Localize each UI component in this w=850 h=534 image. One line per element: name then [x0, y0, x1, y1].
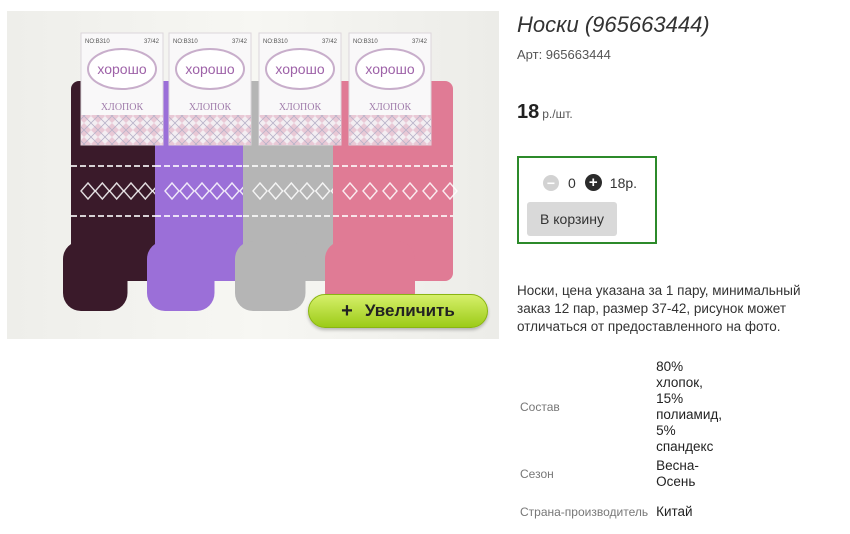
property-row: Состав 80% хлопок, 15% полиамид, 5% спан…	[517, 358, 726, 456]
product-price: 18 р./шт.	[517, 101, 573, 124]
svg-text:NO:B310: NO:B310	[353, 39, 378, 45]
price-value: 18	[517, 101, 540, 123]
add-to-cart-button[interactable]: В корзину	[527, 202, 617, 236]
product-description: Носки, цена указана за 1 пару, минимальн…	[517, 283, 801, 334]
svg-text:NO:B310: NO:B310	[263, 39, 288, 45]
property-row: Страна-производитель Китай	[517, 492, 726, 532]
property-row: Сезон Весна-Осень	[517, 456, 726, 492]
plus-icon: +	[341, 300, 353, 322]
minus-icon[interactable]: −	[543, 174, 559, 191]
package-tag: хорошо ХЛОПОК NO:B310 37/42	[348, 32, 432, 146]
product-title: Носки (965663444)	[517, 12, 710, 37]
svg-text:ХЛОПОК: ХЛОПОК	[279, 102, 322, 113]
package-tag: хорошо ХЛОПОК NO:B310 37/42	[258, 32, 342, 146]
package-tag: хорошо ХЛОПОК NO:B310 37/42	[80, 32, 164, 146]
property-key: Страна-производитель	[520, 505, 649, 519]
svg-text:хорошо: хорошо	[97, 61, 146, 77]
zoom-button[interactable]: + Увеличить	[308, 294, 488, 328]
quantity-value[interactable]: 0	[568, 175, 576, 191]
property-key: Состав	[520, 400, 560, 414]
property-value: 80% хлопок, 15% полиамид, 5% спандекс	[656, 359, 723, 454]
properties-table: Состав 80% хлопок, 15% полиамид, 5% спан…	[517, 358, 726, 532]
svg-text:ХЛОПОК: ХЛОПОК	[369, 102, 412, 113]
product-image[interactable]: хорошо ХЛОПОК NO:B310 37/42 хорошо ХЛОПОК NO:B…	[7, 11, 499, 339]
zoom-label: Увеличить	[364, 301, 455, 320]
svg-text:37/42: 37/42	[322, 39, 338, 45]
package-tag: хорошо ХЛОПОК NO:B310 37/42	[168, 32, 252, 146]
property-value: Весна-Осень	[656, 458, 699, 489]
svg-text:хорошо: хорошо	[365, 61, 414, 77]
plus-circle-icon[interactable]: +	[584, 174, 602, 191]
quantity-stepper: − 0 + 18р.	[543, 174, 637, 191]
property-value: Китай	[656, 504, 693, 519]
price-unit: р./шт.	[542, 107, 573, 121]
svg-text:NO:B310: NO:B310	[85, 39, 110, 45]
buy-box: − 0 + 18р. В корзину	[517, 156, 657, 244]
svg-text:37/42: 37/42	[232, 39, 248, 45]
total-price: 18р.	[609, 174, 638, 191]
property-key: Сезон	[520, 467, 554, 481]
svg-text:ХЛОПОК: ХЛОПОК	[189, 102, 232, 113]
svg-text:хорошо: хорошо	[275, 61, 324, 77]
product-sku: Арт: 965663444	[517, 47, 611, 62]
socks-photo: хорошо ХЛОПОК NO:B310 37/42 хорошо ХЛОПОК NO:B…	[63, 32, 458, 311]
svg-text:37/42: 37/42	[144, 39, 160, 45]
svg-text:37/42: 37/42	[412, 39, 428, 45]
svg-text:NO:B310: NO:B310	[173, 39, 198, 45]
svg-text:хорошо: хорошо	[185, 61, 234, 77]
svg-text:ХЛОПОК: ХЛОПОК	[101, 102, 144, 113]
